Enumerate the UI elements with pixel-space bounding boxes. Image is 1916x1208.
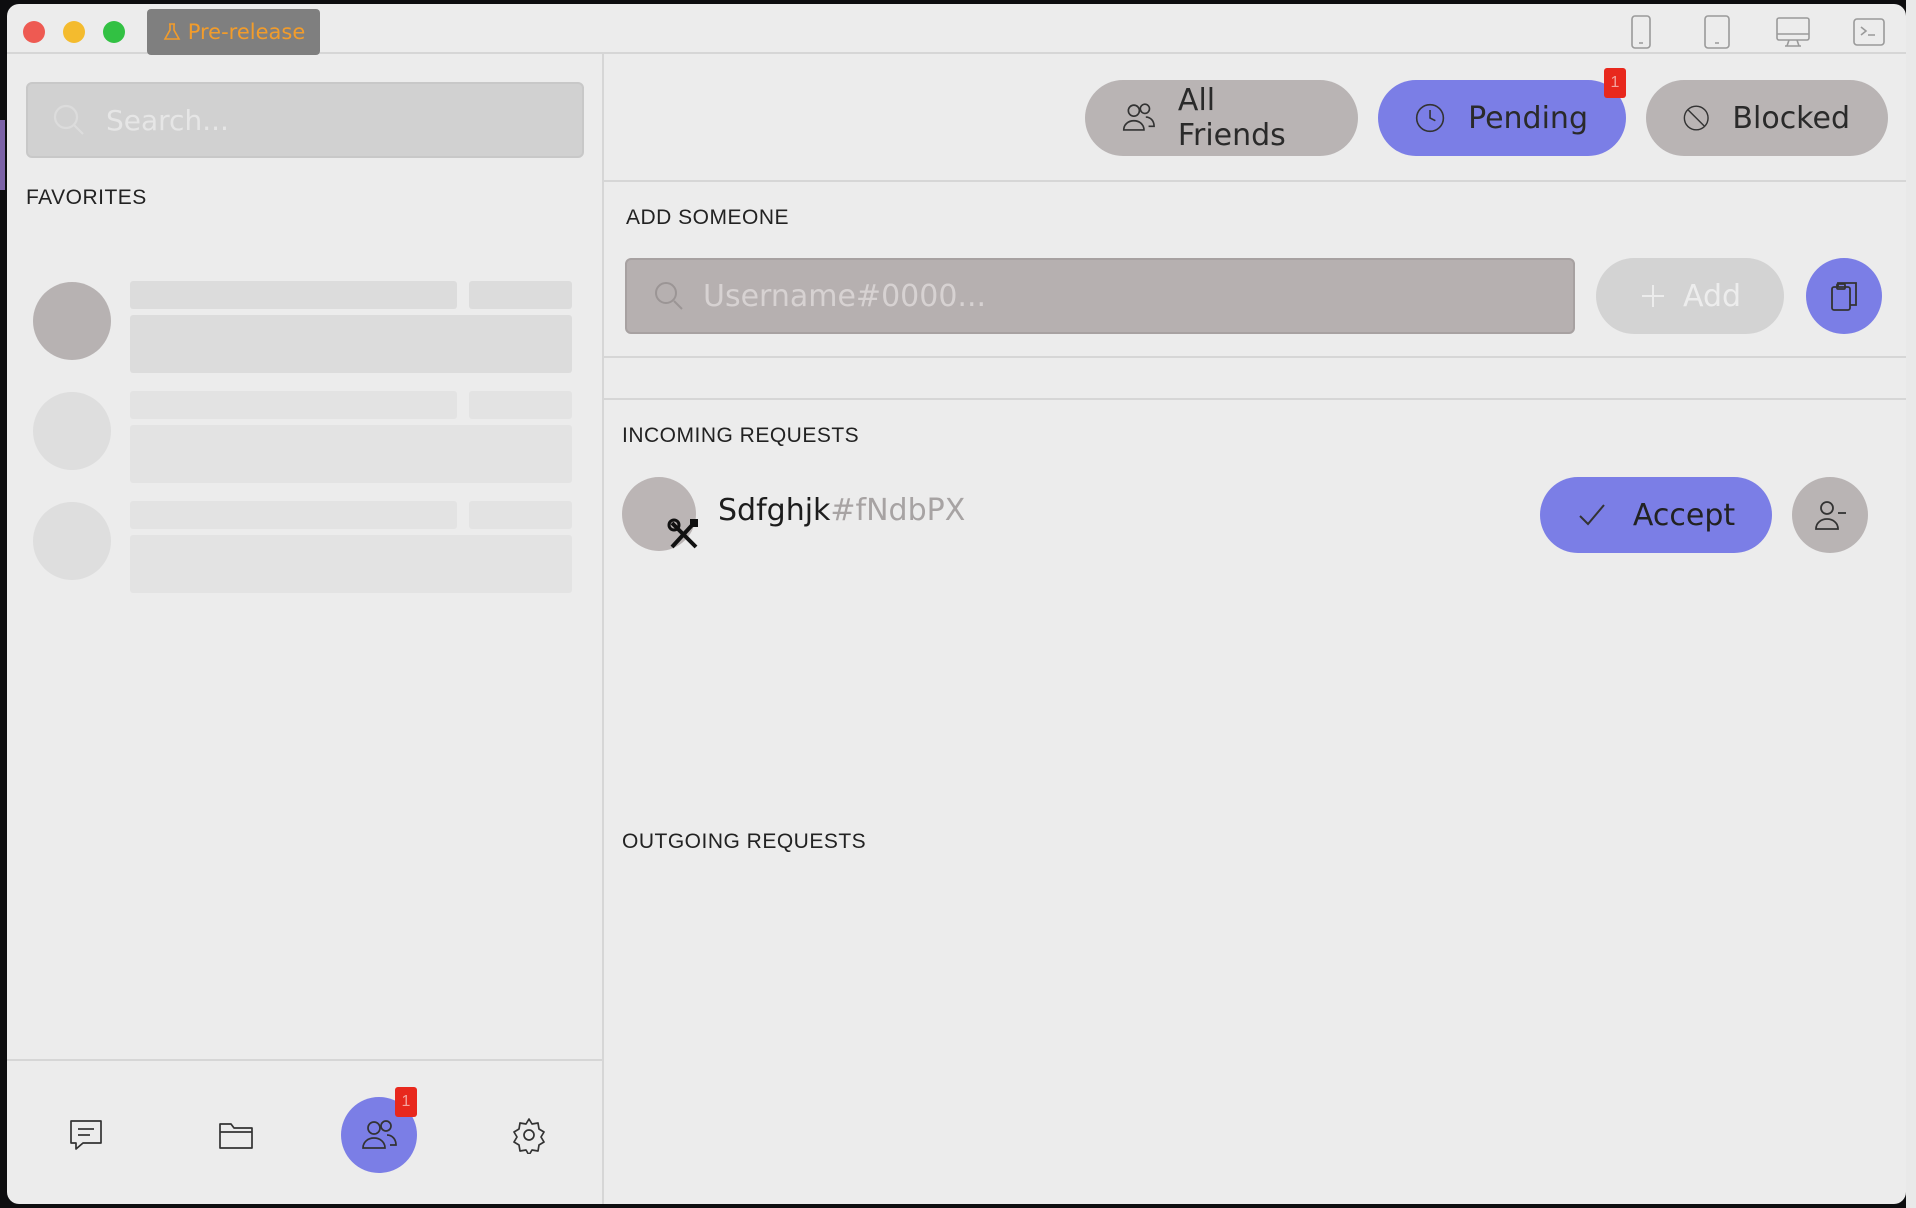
- add-friend-field[interactable]: [625, 258, 1575, 334]
- username: Sdfghjk: [718, 493, 831, 528]
- desktop-icon: [1776, 17, 1810, 47]
- desktop-view-button[interactable]: [1774, 13, 1812, 51]
- add-friend-button[interactable]: Add: [1596, 258, 1784, 334]
- search-icon: [53, 104, 84, 135]
- user-tag: #fNdbPX: [830, 493, 966, 528]
- remove-user-icon: [1815, 501, 1846, 530]
- checkmark-icon: [1579, 504, 1605, 526]
- nav-files-button[interactable]: [198, 1097, 274, 1173]
- loading-placeholder-row: [33, 494, 573, 594]
- tab-pending[interactable]: Pending 1: [1378, 68, 1626, 156]
- loading-placeholder-row: [33, 384, 573, 484]
- placeholder-line: [130, 501, 457, 529]
- minimize-window-button[interactable]: [63, 21, 85, 43]
- placeholder-avatar: [33, 502, 111, 580]
- add-someone-title: ADD SOMEONE: [626, 206, 790, 229]
- background-edge-right: [1906, 0, 1916, 1208]
- placeholder-line: [469, 501, 572, 529]
- mobile-icon: [1631, 15, 1651, 49]
- terminal-button[interactable]: [1850, 13, 1888, 51]
- terminal-icon: [1853, 18, 1885, 46]
- plus-icon: [1641, 285, 1664, 307]
- placeholder-block: [130, 425, 572, 483]
- tab-label: Pending: [1468, 100, 1588, 136]
- background-edge: [0, 120, 5, 190]
- copy-id-button[interactable]: [1806, 258, 1882, 334]
- username-input[interactable]: [701, 277, 1525, 315]
- folder-icon: [219, 1123, 253, 1149]
- tablet-icon: [1704, 15, 1730, 49]
- bottom-navigation: 1: [7, 1059, 602, 1204]
- app-window: Pre-release FAVORITES: [7, 4, 1906, 1204]
- prerelease-label: Pre-release: [187, 20, 306, 44]
- search-input[interactable]: [104, 102, 528, 138]
- maximize-window-button[interactable]: [103, 21, 125, 43]
- search-icon: [655, 282, 683, 310]
- tab-label: All Friends: [1177, 83, 1286, 153]
- placeholder-block: [130, 315, 572, 373]
- loading-placeholder-row: [33, 274, 573, 374]
- sidebar-search[interactable]: [26, 82, 584, 158]
- prerelease-badge[interactable]: Pre-release: [147, 9, 320, 55]
- pending-notification-badge: 1: [1604, 68, 1626, 98]
- nav-chat-button[interactable]: [48, 1097, 124, 1173]
- placeholder-line: [469, 391, 572, 419]
- sidebar: FAVORITES: [7, 54, 604, 1204]
- friends-tabs: All Friends Pending 1 Blocked: [1085, 68, 1888, 156]
- users-icon: [1122, 103, 1155, 131]
- tools-icon: [667, 518, 698, 549]
- tablet-view-button[interactable]: [1698, 13, 1736, 51]
- friends-panel: All Friends Pending 1 Blocked ADD SOMEON…: [604, 54, 1906, 1204]
- settings-icon: [513, 1118, 545, 1154]
- accept-request-button[interactable]: Accept: [1540, 477, 1772, 553]
- nav-settings-button[interactable]: [491, 1097, 567, 1173]
- decline-request-button[interactable]: [1792, 477, 1868, 553]
- accept-label: Accept: [1632, 497, 1736, 533]
- tab-blocked[interactable]: Blocked: [1646, 80, 1888, 156]
- friends-icon: [362, 1120, 397, 1149]
- clipboard-icon: [1831, 282, 1857, 311]
- blocked-icon: [1683, 105, 1709, 131]
- tab-label: Blocked: [1732, 100, 1850, 136]
- clock-icon: [1415, 103, 1445, 133]
- divider: [604, 356, 1906, 358]
- placeholder-line: [130, 391, 457, 419]
- tab-all-friends[interactable]: All Friends: [1085, 80, 1358, 156]
- divider: [604, 398, 1906, 400]
- incoming-request-row: Sdfghjk#fNdbPX Accept: [622, 477, 1892, 553]
- friends-notification-badge: 1: [395, 1087, 417, 1117]
- close-window-button[interactable]: [23, 21, 45, 43]
- incoming-requests-title: INCOMING REQUESTS: [622, 424, 860, 447]
- placeholder-line: [469, 281, 572, 309]
- add-button-label: Add: [1682, 278, 1742, 314]
- placeholder-avatar: [33, 282, 111, 360]
- outgoing-requests-title: OUTGOING REQUESTS: [622, 830, 867, 853]
- divider: [604, 180, 1906, 182]
- chat-icon: [70, 1120, 102, 1150]
- view-mode-switcher: [1622, 13, 1888, 51]
- flask-icon: [163, 23, 181, 40]
- title-bar: Pre-release: [7, 4, 1906, 55]
- request-username: Sdfghjk#fNdbPX: [718, 493, 965, 528]
- avatar[interactable]: [622, 477, 698, 551]
- placeholder-block: [130, 535, 572, 593]
- favorites-title: FAVORITES: [26, 186, 147, 209]
- placeholder-line: [130, 281, 457, 309]
- placeholder-avatar: [33, 392, 111, 470]
- mobile-view-button[interactable]: [1622, 13, 1660, 51]
- nav-friends-button[interactable]: 1: [341, 1087, 417, 1173]
